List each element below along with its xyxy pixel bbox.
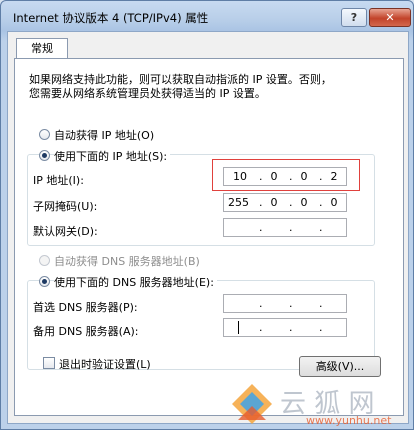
manual-ip-radio[interactable] [39, 150, 50, 161]
auto-ip-label[interactable]: 自动获得 IP 地址(O) [54, 127, 154, 143]
ip-address-label: IP 地址(I): [33, 174, 84, 187]
tab-general[interactable]: 常规 [16, 38, 68, 59]
watermark-url: www.yunhu.net [306, 414, 392, 427]
validate-checkbox[interactable] [43, 357, 55, 369]
ip-dot-3: . [319, 170, 323, 183]
pdns-dot-2: . [289, 297, 293, 310]
text-caret [238, 321, 239, 334]
alternate-dns-label: 备用 DNS 服务器(A): [33, 325, 139, 338]
ip-octet-1: 10 [233, 170, 247, 183]
gateway-dot-2: . [289, 221, 293, 234]
ip-address-field[interactable]: 10 . 0 . 0 . 2 [223, 167, 347, 186]
ip-dot-2: . [289, 170, 293, 183]
adns-dot-3: . [319, 321, 323, 334]
gateway-dot-3: . [319, 221, 323, 234]
mask-octet-1: 255 [228, 196, 249, 209]
help-button[interactable]: ? [341, 8, 367, 27]
preferred-dns-label: 首选 DNS 服务器(P): [33, 301, 138, 314]
adns-dot-2: . [289, 321, 293, 334]
mask-octet-3: 0 [300, 196, 308, 209]
mask-dot-2: . [289, 196, 293, 209]
manual-ip-label[interactable]: 使用下面的 IP 地址(S): [54, 148, 171, 164]
auto-ip-radio[interactable] [39, 129, 50, 140]
manual-dns-radio[interactable] [39, 276, 50, 287]
mask-octet-4: 0 [330, 196, 338, 209]
advanced-button[interactable]: 高级(V)... [299, 356, 381, 377]
close-button[interactable]: ✕ [369, 8, 411, 27]
dialog-window: Internet 协议版本 4 (TCP/IPv4) 属性 ? ✕ 常规 如果网… [0, 0, 414, 430]
auto-dns-radio[interactable] [39, 255, 50, 266]
ip-dot-1: . [259, 170, 263, 183]
tab-panel: 如果网络支持此功能，则可以获取自动指派的 IP 设置。否则， 您需要从网络系统管… [14, 58, 404, 416]
mask-dot-3: . [319, 196, 323, 209]
pdns-dot-3: . [319, 297, 323, 310]
validate-label[interactable]: 退出时验证设置(L) [59, 356, 151, 372]
description-line-2: 您需要从网络系统管理员处获得适当的 IP 设置。 [29, 87, 266, 100]
manual-dns-label[interactable]: 使用下面的 DNS 服务器地址(E): [54, 274, 217, 290]
gateway-dot-1: . [259, 221, 263, 234]
mask-octet-2: 0 [270, 196, 278, 209]
subnet-mask-label: 子网掩码(U): [33, 200, 98, 213]
window-title: Internet 协议版本 4 (TCP/IPv4) 属性 [13, 11, 209, 25]
ip-octet-2: 0 [270, 170, 278, 183]
alternate-dns-field[interactable]: . . . [223, 318, 347, 337]
ip-octet-4: 2 [330, 170, 338, 183]
adns-dot-1: . [259, 321, 263, 334]
auto-dns-label[interactable]: 自动获得 DNS 服务器地址(B) [54, 253, 200, 269]
pdns-dot-1: . [259, 297, 263, 310]
subnet-mask-field[interactable]: 255 . 0 . 0 . 0 [223, 193, 347, 212]
ip-octet-3: 0 [300, 170, 308, 183]
gateway-label: 默认网关(D): [33, 225, 98, 238]
preferred-dns-field[interactable]: . . . [223, 294, 347, 313]
dialog-client: 常规 如果网络支持此功能，则可以获取自动指派的 IP 设置。否则， 您需要从网络… [7, 31, 409, 424]
gateway-field[interactable]: . . . [223, 218, 347, 237]
mask-dot-1: . [259, 196, 263, 209]
